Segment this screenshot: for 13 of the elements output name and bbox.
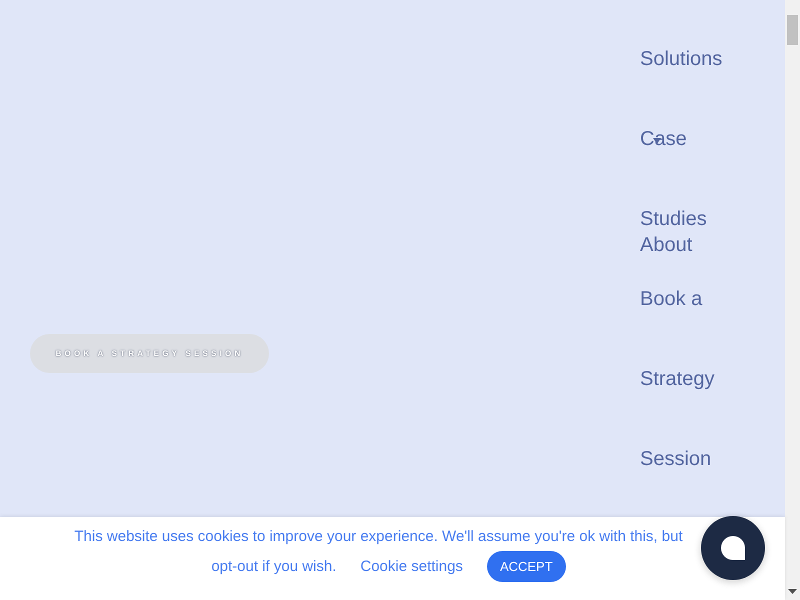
scrollbar-thumb[interactable] [787,15,798,45]
nav-link[interactable]: Case Studies [640,99,750,229]
cookie-message: This website uses cookies to improve your experience. We'll assume you're ok with this, but [74,528,683,545]
accept-button[interactable]: ACCEPT [486,551,566,582]
scrollbar[interactable] [785,0,800,600]
nav-link[interactable]: Solutions [640,19,722,99]
chat-icon [721,536,745,560]
strategy-session-button[interactable]: BOOK A STRATEGY SESSION [30,334,269,373]
scroll-down-icon[interactable] [788,589,797,594]
nav-link[interactable]: About [640,234,692,256]
nav-link[interactable]: Book a Strategy Session [640,259,750,499]
cookie-message: opt-out if you wish. [211,558,336,575]
cookie-settings-link[interactable]: Cookie settings [360,558,463,575]
